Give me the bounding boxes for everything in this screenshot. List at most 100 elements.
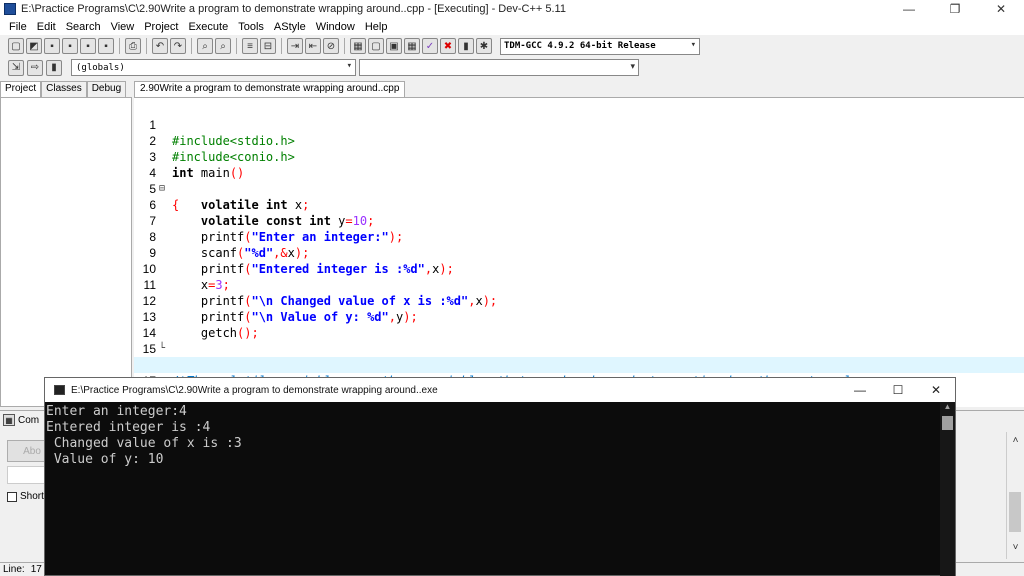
indent-icon[interactable]: ⇥ xyxy=(287,38,303,54)
compiler-select[interactable]: TDM-GCC 4.9.2 64-bit Release ▾ xyxy=(500,37,700,55)
function-select[interactable]: ▾ xyxy=(359,59,639,76)
code-line: 10 x=3; xyxy=(134,245,1024,292)
code-line: 14 └ } xyxy=(134,309,1024,372)
compiler-select-value: TDM-GCC 4.9.2 64-bit Release xyxy=(504,41,656,51)
code-line: 16 /*The volatile variables are those va… xyxy=(134,341,1024,388)
console-line: Entered integer is :4 xyxy=(46,420,211,435)
minimize-button[interactable]: — xyxy=(886,0,932,18)
close-all-icon[interactable]: ▪ xyxy=(98,38,114,54)
undo-icon[interactable]: ↶ xyxy=(152,38,168,54)
toolbar-divider xyxy=(344,38,345,54)
tab-compiler[interactable]: ▦ Com xyxy=(3,414,39,426)
code-editor[interactable]: 1 #include<stdio.h> 2 #include<conio.h> … xyxy=(134,97,1024,407)
menu-help[interactable]: Help xyxy=(360,21,393,33)
shorten-checkbox[interactable] xyxy=(7,491,17,502)
tab-classes[interactable]: Classes xyxy=(41,81,87,97)
tab-project[interactable]: Project xyxy=(0,81,42,97)
menu-search[interactable]: Search xyxy=(61,21,106,33)
menu-file[interactable]: File xyxy=(4,21,32,33)
rebuild-icon[interactable]: ▦ xyxy=(404,38,420,54)
save-icon[interactable]: ▪ xyxy=(44,38,60,54)
console-minimize-button[interactable]: — xyxy=(841,378,879,402)
menu-view[interactable]: View xyxy=(106,21,140,33)
close-file-icon[interactable]: ▪ xyxy=(80,38,96,54)
chevron-down-icon: ▾ xyxy=(630,61,635,71)
toolbar-divider xyxy=(236,38,237,54)
console-line: Value of y: 10 xyxy=(46,452,164,467)
profile-chart-icon[interactable]: ▮ xyxy=(458,38,474,54)
menu-bar: File Edit Search View Project Execute To… xyxy=(0,18,1024,35)
find-icon[interactable]: ⌕ xyxy=(197,38,213,54)
window-controls: — ❐ ✕ xyxy=(886,0,1024,18)
console-maximize-button[interactable]: ☐ xyxy=(879,378,917,402)
menu-execute[interactable]: Execute xyxy=(183,21,233,33)
left-panel-tabs: Project Classes Debug xyxy=(0,81,132,97)
goto-line-icon[interactable]: ≡ xyxy=(242,38,258,54)
project-browser-panel xyxy=(0,97,132,407)
console-icon xyxy=(54,385,65,395)
scroll-thumb[interactable] xyxy=(1009,492,1021,532)
console-title-bar[interactable]: E:\Practice Programs\C\2.90Write a progr… xyxy=(45,378,955,402)
print-icon[interactable]: ⎙ xyxy=(125,38,141,54)
toolbar-divider xyxy=(146,38,147,54)
output-scrollbar[interactable]: ˄ ˅ xyxy=(1006,432,1023,559)
class-scope-value: (globals) xyxy=(76,62,125,73)
console-output[interactable]: Enter an integer:4 Entered integer is :4… xyxy=(45,402,940,576)
console-window[interactable]: E:\Practice Programs\C\2.90Write a progr… xyxy=(44,377,956,576)
class-scope-select[interactable]: (globals) ▾ xyxy=(71,59,356,76)
code-line: 2 #include<conio.h> xyxy=(134,117,1024,164)
unindent-icon[interactable]: ⇤ xyxy=(305,38,321,54)
code-line: 3 int main() xyxy=(134,133,1024,180)
menu-astyle[interactable]: AStyle xyxy=(269,21,311,33)
code-line: 15 xyxy=(134,325,1024,356)
open-file-icon[interactable]: ◩ xyxy=(26,38,42,54)
code-line: 11 printf("\n Changed value of x is :%d"… xyxy=(134,261,1024,308)
stop-execution-icon[interactable]: ✖ xyxy=(440,38,456,54)
code-line: 7 printf("Enter an integer:"); xyxy=(134,197,1024,244)
code-line: 5 volatile int x; xyxy=(134,165,1024,212)
menu-tools[interactable]: Tools xyxy=(233,21,269,33)
console-line: Enter an integer:4 xyxy=(46,404,187,419)
debug-icon[interactable]: ✱ xyxy=(476,38,492,54)
toggle-comment-icon[interactable]: ⊘ xyxy=(323,38,339,54)
tab-debug[interactable]: Debug xyxy=(86,81,127,97)
scroll-up-icon[interactable]: ▲ xyxy=(940,402,955,411)
menu-project[interactable]: Project xyxy=(139,21,183,33)
toolbar-divider xyxy=(119,38,120,54)
menu-window[interactable]: Window xyxy=(311,21,360,33)
scroll-down-icon[interactable]: ˅ xyxy=(1007,542,1024,553)
console-controls: — ☐ ✕ xyxy=(841,378,955,402)
code-line: 6 volatile const int y=10; xyxy=(134,181,1024,228)
menu-edit[interactable]: Edit xyxy=(32,21,61,33)
toolbar-divider xyxy=(281,38,282,54)
insert-icon[interactable]: ⇲ xyxy=(8,59,24,76)
toolbar-divider xyxy=(191,38,192,54)
compile-icon[interactable]: ▦ xyxy=(350,38,366,54)
new-file-icon[interactable]: ▢ xyxy=(8,38,24,54)
restore-button[interactable]: ❐ xyxy=(932,0,978,18)
title-bar: E:\Practice Programs\C\2.90Write a progr… xyxy=(0,0,1024,18)
compile-run-icon[interactable]: ▣ xyxy=(386,38,402,54)
chevron-down-icon: ▾ xyxy=(346,61,352,71)
code-line: 13 getch(); xyxy=(134,293,1024,340)
redo-icon[interactable]: ↷ xyxy=(170,38,186,54)
save-all-icon[interactable]: ▪ xyxy=(62,38,78,54)
syntax-check-icon[interactable]: ✓ xyxy=(422,38,438,54)
console-line: Changed value of x is :3 xyxy=(46,436,242,451)
class-toolbar: ⇲ ⇨ ▮ (globals) ▾ ▾ xyxy=(0,57,1024,78)
code-line: 9 printf("Entered integer is :%d",x); xyxy=(134,229,1024,276)
scroll-up-icon[interactable]: ˄ xyxy=(1007,435,1024,446)
editor-file-tab[interactable]: 2.90Write a program to demonstrate wrapp… xyxy=(134,81,406,97)
main-toolbar: ▢ ◩ ▪ ▪ ▪ ▪ ⎙ ↶ ↷ ⌕ ⌕ ≡ ⊟ ⇥ ⇤ ⊘ ▦ ▢ ▣ ▦ … xyxy=(0,35,1024,57)
console-scrollbar[interactable]: ▲ xyxy=(940,402,955,576)
console-close-button[interactable]: ✕ xyxy=(917,378,955,402)
goto-icon[interactable]: ⇨ xyxy=(27,59,43,76)
run-icon[interactable]: ▢ xyxy=(368,38,384,54)
replace-icon[interactable]: ⌕ xyxy=(215,38,231,54)
class-browser-icon[interactable]: ▮ xyxy=(46,59,62,76)
bookmark-icon[interactable]: ⊟ xyxy=(260,38,276,54)
compiler-tab-label: Com xyxy=(18,414,40,426)
close-button[interactable]: ✕ xyxy=(978,0,1024,18)
grid-icon: ▦ xyxy=(3,414,15,426)
scroll-thumb[interactable] xyxy=(942,416,953,430)
